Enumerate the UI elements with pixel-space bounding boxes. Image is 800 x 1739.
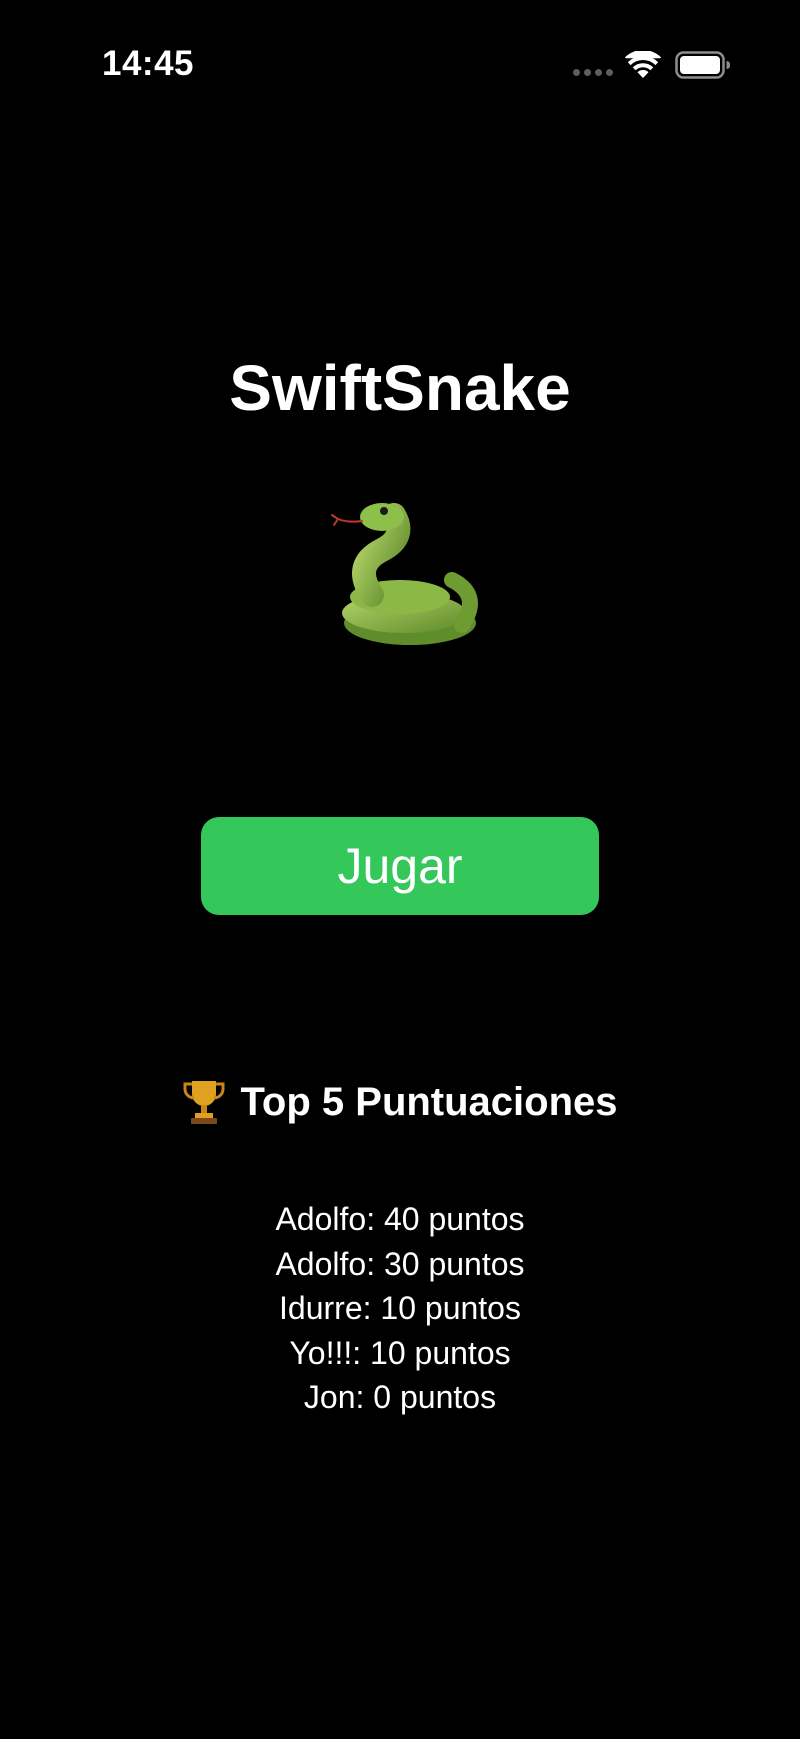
scores-heading: Top 5 Puntuaciones [0, 1075, 800, 1129]
score-entry: Yo!!!: 10 puntos [289, 1334, 511, 1371]
score-entry: Jon: 0 puntos [303, 1379, 497, 1415]
wifi-icon [625, 51, 661, 78]
app-title: SwiftSnake [229, 352, 571, 424]
score-entry: Adolfo: 40 puntos [275, 1201, 525, 1237]
scores-list: Adolfo: 40 puntos Adolfo: 30 puntos Idur… [0, 1197, 800, 1420]
play-button[interactable]: Jugar [201, 817, 599, 915]
status-bar: 14:45 [0, 0, 800, 130]
score-entry: Adolfo: 30 puntos [275, 1245, 525, 1282]
score-entry: Idurre: 10 puntos [279, 1290, 521, 1326]
cellular-signal-icon [573, 69, 613, 77]
snake-icon [331, 503, 478, 645]
status-time: 14:45 [102, 44, 195, 83]
trophy-icon [183, 1081, 225, 1124]
battery-icon [675, 51, 730, 79]
scores-heading-text: Top 5 Puntuaciones [240, 1079, 618, 1124]
